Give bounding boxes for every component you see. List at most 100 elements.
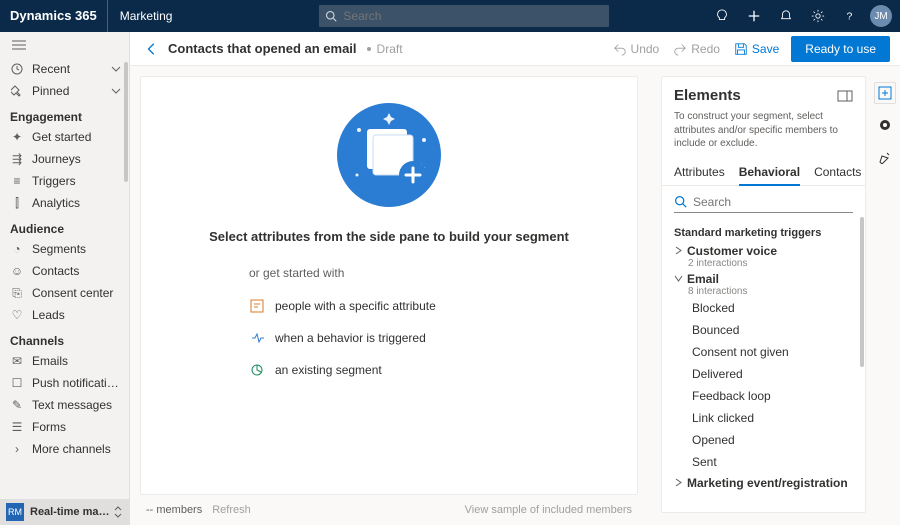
nav-forms[interactable]: ☰Forms (0, 416, 129, 438)
ready-to-use-button[interactable]: Ready to use (791, 36, 890, 62)
page-title: Contacts that opened an email (168, 41, 357, 56)
nav-collapse-icon[interactable] (0, 32, 129, 58)
chevron-down-icon (111, 88, 121, 94)
undo-label: Undo (631, 42, 660, 56)
leaf-blocked[interactable]: Blocked (662, 297, 865, 319)
leaf-link-clicked[interactable]: Link clicked (662, 407, 865, 429)
nav-triggers[interactable]: ≡Triggers (0, 170, 129, 192)
nav-pinned[interactable]: Pinned (0, 80, 129, 102)
opt-existing-label: an existing segment (275, 363, 382, 377)
help-icon[interactable]: ? (834, 0, 866, 32)
panel-body: Standard marketing triggers Customer voi… (662, 217, 865, 513)
panel-title: Elements (674, 87, 837, 104)
node-customer-voice[interactable]: Customer voice 2 interactions (662, 241, 865, 269)
refresh-link[interactable]: Refresh (212, 504, 251, 516)
undo-icon (613, 42, 627, 56)
opt-existing-segment[interactable]: an existing segment (249, 358, 382, 382)
redo-label: Redo (691, 42, 720, 56)
panel-search[interactable] (674, 192, 853, 213)
mail-icon: ✉ (10, 354, 24, 368)
tab-behavioral[interactable]: Behavioral (739, 159, 800, 185)
form-icon: ☰ (10, 420, 24, 434)
opt-behavior-label: when a behavior is triggered (275, 331, 426, 345)
empty-state-subtext: or get started with (249, 266, 344, 280)
node-meta: 8 interactions (688, 286, 853, 297)
panel-tabs: Attributes Behavioral Contacts (662, 159, 865, 186)
push-icon: ☐ (10, 376, 24, 390)
node-email[interactable]: Email 8 interactions (662, 269, 865, 297)
nav-item-label: Analytics (32, 196, 121, 210)
gear-icon[interactable] (802, 0, 834, 32)
status-badge: Draft (367, 42, 403, 56)
tab-attributes[interactable]: Attributes (674, 159, 725, 185)
back-button[interactable] (140, 37, 164, 61)
command-bar: Contacts that opened an email Draft Undo… (130, 32, 900, 66)
nav-push[interactable]: ☐ Push notifications (0, 372, 129, 394)
view-sample-link[interactable]: View sample of included members (465, 504, 632, 516)
leaf-consent-not-given[interactable]: Consent not given (662, 341, 865, 363)
segment-canvas: Select attributes from the side pane to … (140, 76, 638, 495)
panel-collapse-icon[interactable] (837, 90, 853, 102)
plus-icon[interactable] (738, 0, 770, 32)
right-rail (870, 76, 900, 168)
nav-emails[interactable]: ✉Emails (0, 350, 129, 372)
search-icon (674, 195, 687, 208)
nav-item-label: Journeys (32, 152, 121, 166)
nav-item-label: More channels (32, 442, 121, 456)
rail-elements-icon[interactable] (874, 82, 896, 104)
nav-contacts[interactable]: ☺Contacts (0, 260, 129, 282)
svg-text:?: ? (847, 11, 853, 23)
rail-settings-icon[interactable] (874, 114, 896, 136)
save-button[interactable]: Save (734, 42, 779, 56)
search-icon (325, 10, 337, 22)
panel-scrollbar[interactable] (859, 217, 865, 437)
chevron-down-icon (111, 66, 121, 72)
empty-state-heading: Select attributes from the side pane to … (209, 229, 569, 244)
leaf-opened[interactable]: Opened (662, 429, 865, 451)
area-label: Real-time marketi… (30, 506, 113, 518)
nav-analytics[interactable]: ⫿Analytics (0, 192, 129, 214)
lightbulb-icon[interactable] (706, 0, 738, 32)
nav-get-started[interactable]: ✦Get started (0, 126, 129, 148)
brand: Dynamics 365 (0, 0, 108, 32)
opt-attribute-label: people with a specific attribute (275, 299, 436, 313)
leaf-delivered[interactable]: Delivered (662, 363, 865, 385)
bell-icon[interactable] (770, 0, 802, 32)
nav-consent-center[interactable]: ⎘Consent center (0, 282, 129, 304)
leaf-bounced[interactable]: Bounced (662, 319, 865, 341)
redo-button[interactable]: Redo (673, 42, 720, 56)
nav-journeys[interactable]: ⇶Journeys (0, 148, 129, 170)
segment-icon: ◔ (10, 242, 24, 256)
global-search-input[interactable] (343, 9, 609, 23)
nav-area-switcher[interactable]: RM Real-time marketi… (0, 499, 129, 525)
consent-icon: ⎘ (10, 286, 24, 300)
clock-icon (10, 62, 24, 76)
area-name[interactable]: Marketing (108, 9, 185, 23)
group-standard-triggers: Standard marketing triggers (662, 223, 865, 241)
nav-item-label: Push notifications (32, 376, 121, 390)
leaf-sent[interactable]: Sent (662, 451, 865, 473)
chevron-right-icon (674, 246, 683, 255)
nav-recent[interactable]: Recent (0, 58, 129, 80)
rail-edit-icon[interactable] (874, 146, 896, 168)
panel-hint: To construct your segment, select attrib… (662, 110, 865, 159)
segment-icon (249, 362, 265, 378)
nav-segments[interactable]: ◔Segments (0, 238, 129, 260)
node-marketing-event[interactable]: Marketing event/registration (662, 473, 865, 490)
global-search[interactable] (319, 5, 609, 27)
avatar[interactable]: JM (870, 5, 892, 27)
rocket-icon: ✦ (10, 130, 24, 144)
tab-contacts[interactable]: Contacts (814, 159, 861, 185)
opt-attribute[interactable]: people with a specific attribute (249, 294, 436, 318)
opt-behavior[interactable]: when a behavior is triggered (249, 326, 426, 350)
nav-more-channels[interactable]: ›More channels (0, 438, 129, 460)
node-meta: 2 interactions (688, 258, 853, 269)
node-label: Email (687, 272, 719, 286)
nav-leads[interactable]: ♡Leads (0, 304, 129, 326)
nav-scrollbar[interactable] (123, 58, 129, 258)
leaf-feedback-loop[interactable]: Feedback loop (662, 385, 865, 407)
behavior-icon (249, 330, 265, 346)
nav-text-messages[interactable]: ✎Text messages (0, 394, 129, 416)
undo-button[interactable]: Undo (613, 42, 660, 56)
panel-search-input[interactable] (693, 195, 853, 209)
